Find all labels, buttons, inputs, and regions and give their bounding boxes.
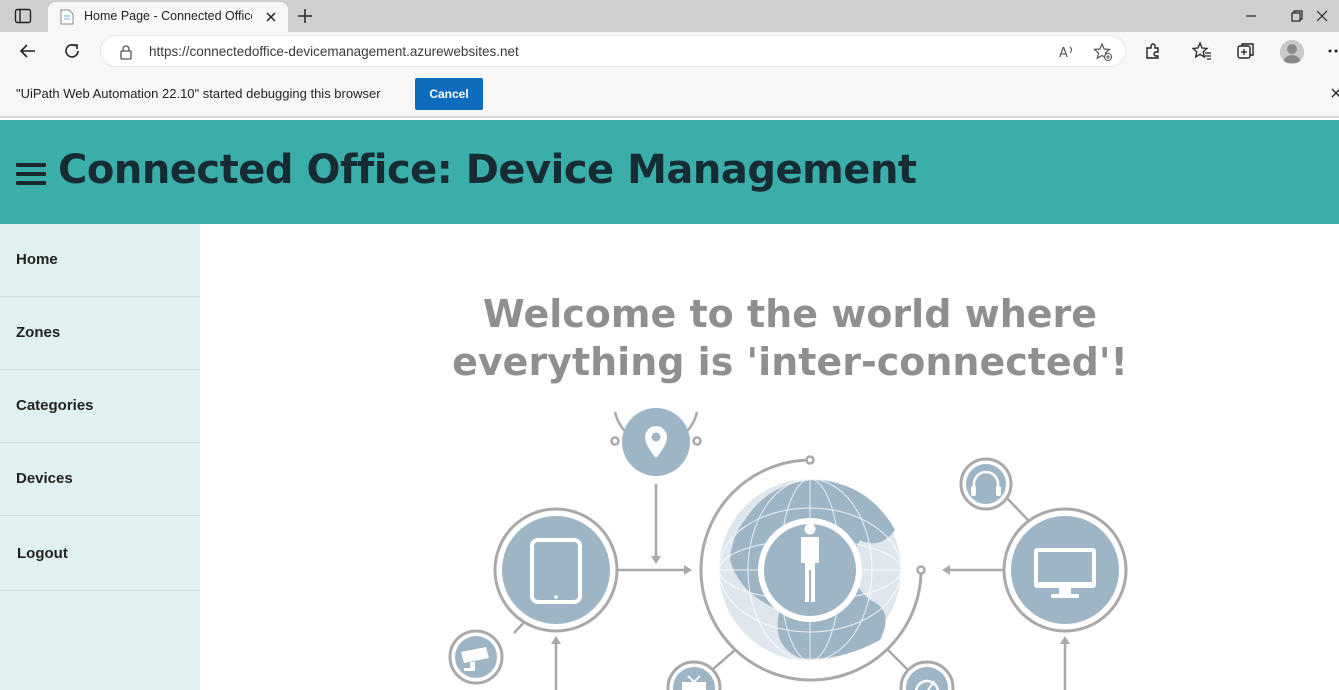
plus-icon[interactable]	[295, 6, 315, 26]
sidebar-item-categories[interactable]: Categories	[0, 370, 200, 443]
close-icon[interactable]	[1330, 86, 1339, 100]
sidebar-item-devices[interactable]: Devices	[0, 443, 200, 516]
minimize-icon[interactable]	[1243, 8, 1259, 24]
favorites-icon[interactable]	[1192, 41, 1212, 61]
cancel-button[interactable]: Cancel	[415, 78, 483, 110]
collections-icon[interactable]	[1236, 41, 1256, 61]
lock-icon[interactable]	[119, 44, 133, 60]
read-aloud-icon[interactable]: A	[1057, 42, 1077, 62]
gauge-icon	[899, 660, 955, 690]
location-pin-icon	[622, 408, 690, 476]
svg-text:A: A	[1059, 46, 1068, 61]
monitor-icon	[1002, 507, 1128, 633]
profile-avatar[interactable]	[1280, 40, 1304, 64]
sidebar-item-label: Zones	[16, 324, 61, 341]
site-title: Connected Office: Device Management	[58, 147, 917, 193]
sidebar-item-label: Devices	[16, 470, 73, 487]
back-arrow-icon[interactable]	[18, 41, 38, 61]
more-icon[interactable]	[1326, 41, 1339, 61]
url-text[interactable]: https://connectedoffice-devicemanagement…	[149, 44, 519, 59]
welcome-line-2: everything is 'inter-connected'!	[452, 340, 1128, 384]
browser-tab[interactable]: Home Page - Connected Office: Device Man…	[48, 2, 288, 32]
tv-icon	[666, 660, 722, 690]
cctv-camera-icon	[448, 629, 504, 685]
tablet-icon	[493, 507, 619, 633]
debug-infobar: "UiPath Web Automation 22.10" started de…	[0, 70, 1339, 118]
window-close-icon[interactable]	[1314, 8, 1330, 24]
globe-person-icon	[699, 455, 926, 682]
headphones-icon	[959, 457, 1013, 511]
close-icon[interactable]	[264, 10, 278, 24]
tab-actions-icon[interactable]	[14, 8, 32, 24]
sidebar: Home Zones Categories Devices Logout	[0, 224, 200, 690]
infobar-message: "UiPath Web Automation 22.10" started de…	[16, 86, 381, 101]
page-icon	[60, 9, 74, 25]
sidebar-item-label: Categories	[16, 397, 94, 414]
sidebar-item-home[interactable]: Home	[0, 224, 200, 297]
connected-devices-illustration	[448, 408, 1128, 690]
site-header: Connected Office: Device Management	[0, 120, 1339, 224]
welcome-line-1: Welcome to the world where	[482, 292, 1098, 336]
address-bar[interactable]: https://connectedoffice-devicemanagement…	[100, 35, 1126, 67]
restore-icon[interactable]	[1289, 8, 1305, 24]
sidebar-item-label: Logout	[17, 545, 68, 562]
refresh-icon[interactable]	[62, 41, 82, 61]
tab-strip: Home Page - Connected Office: Device Man…	[0, 0, 1339, 32]
hamburger-menu-icon[interactable]	[16, 163, 46, 185]
sidebar-item-logout[interactable]: Logout	[0, 516, 200, 591]
add-favorite-icon[interactable]	[1093, 42, 1113, 62]
sidebar-item-label: Home	[16, 251, 58, 268]
tab-title: Home Page - Connected Office: Device Man…	[84, 9, 252, 23]
address-toolbar: https://connectedoffice-devicemanagement…	[0, 32, 1339, 70]
extensions-icon[interactable]	[1143, 41, 1163, 61]
welcome-heading: Welcome to the world where everything is…	[440, 290, 1140, 386]
sidebar-item-zones[interactable]: Zones	[0, 297, 200, 370]
